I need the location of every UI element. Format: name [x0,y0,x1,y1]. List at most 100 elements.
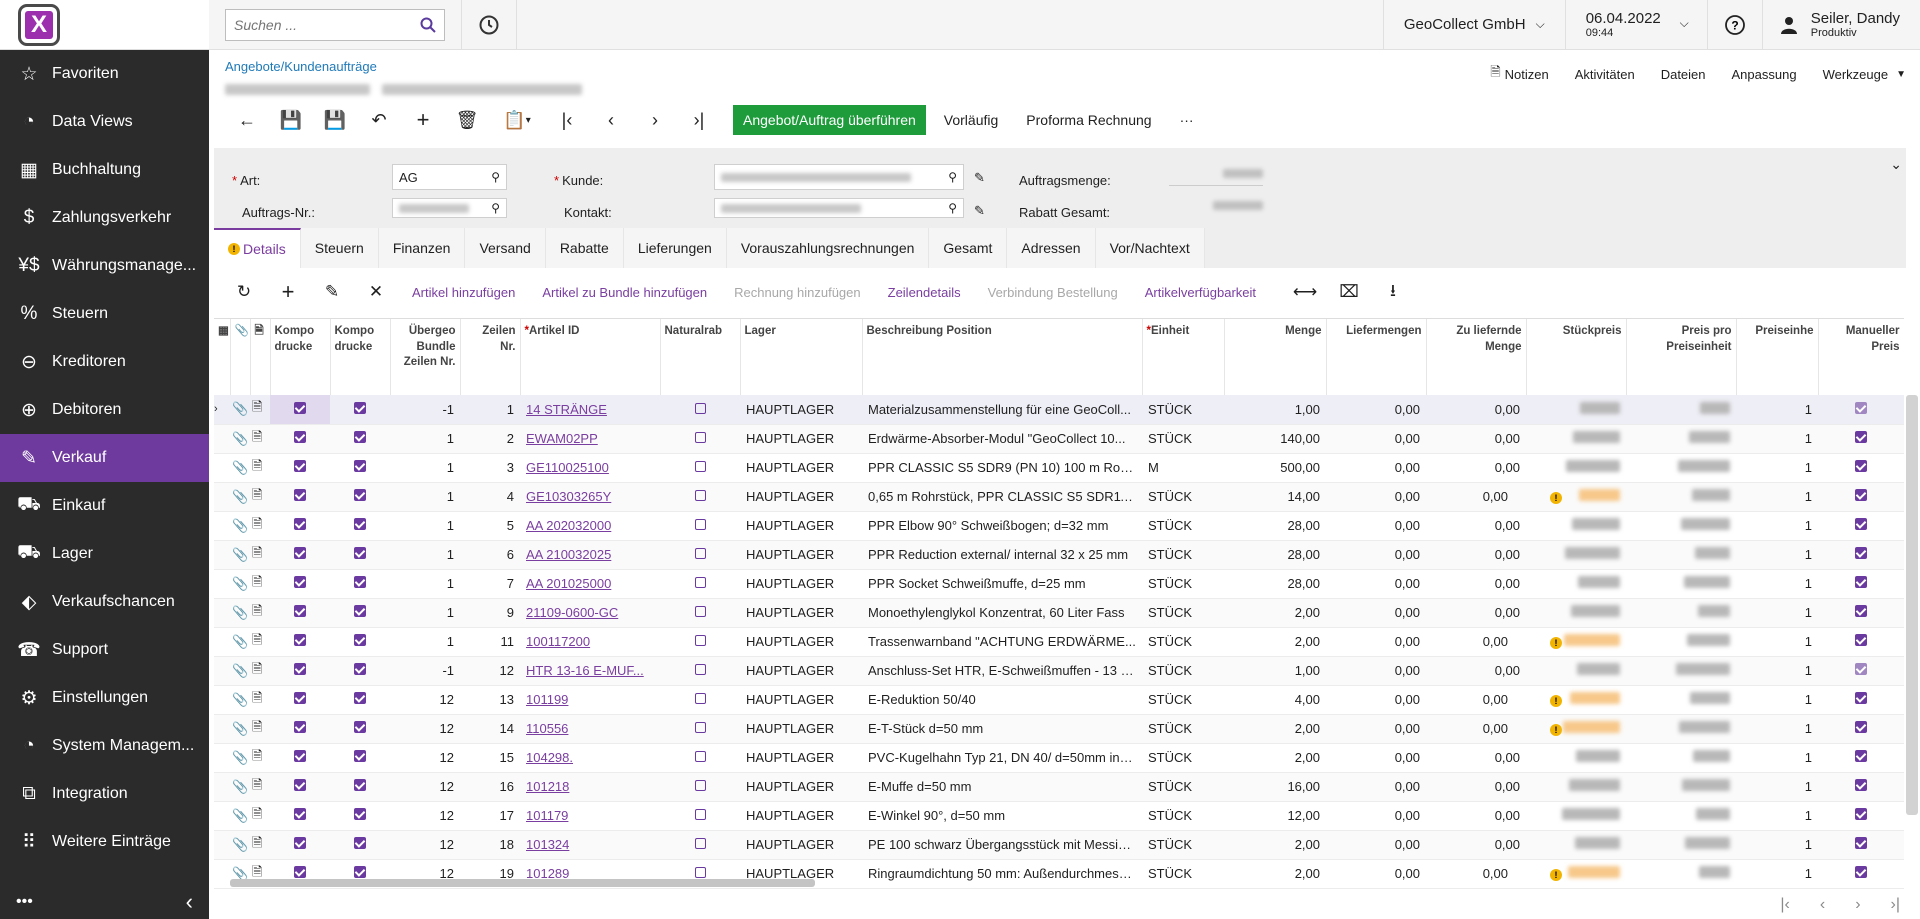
previous-page-icon[interactable]: ‹ [1820,896,1825,914]
row-selector[interactable] [214,772,230,802]
komp2-checkbox[interactable] [330,772,390,802]
first-page-icon[interactable]: |‹ [1780,896,1789,914]
table-row[interactable]: 📎 🗎 1 3 GE110025100 HAUPTLAGER PPR CLASSIC S5 … [214,453,1904,483]
more-actions-button[interactable]: ··· [1166,105,1208,135]
fit-columns-icon[interactable]: ⟷ [1283,282,1327,302]
article-id-link[interactable]: 104298. [520,743,660,773]
tab-5[interactable]: Lieferungen [623,228,727,268]
col-menge[interactable]: Menge [1224,319,1327,395]
excel-export-icon[interactable]: ⌧ [1327,282,1371,302]
col-komp2[interactable]: Kompo drucke [330,319,391,395]
komp2-checkbox[interactable] [330,424,390,454]
app-logo[interactable]: X [18,3,60,46]
komp1-checkbox[interactable] [270,540,330,570]
note-icon[interactable]: 🗎 [250,482,270,512]
komp1-checkbox[interactable] [270,743,330,773]
sidebar-item-15[interactable]: ⧉ Integration [0,770,209,818]
article-id-link[interactable]: 101218 [520,772,660,802]
table-row[interactable]: 📎 🗎 -1 12 HTR 13-16 E-MUF... HAUPTLAGER Anschl… [214,656,1904,686]
komp1-checkbox[interactable] [270,801,330,831]
add-icon[interactable]: + [401,105,445,135]
col-zeilen[interactable]: Zeilen Nr. [460,319,521,395]
upload-icon[interactable]: ⭳ [1371,278,1415,307]
note-icon[interactable]: 🗎 [250,656,270,686]
table-row[interactable]: 📎 🗎 12 13 101199 HAUPTLAGER E-Reduktion 50/40 S… [214,685,1904,715]
komp2-checkbox[interactable] [330,598,390,628]
warning-icon[interactable]: ! [1550,695,1562,707]
natural-rabatt-checkbox[interactable] [660,714,740,744]
company-selector[interactable]: GeoCollect GmbH ⌵ [1382,0,1565,50]
attachment-icon[interactable]: 📎 [230,685,250,715]
row-selector[interactable] [214,540,230,570]
attachment-icon[interactable]: 📎 [230,830,250,860]
komp2-checkbox[interactable] [330,627,390,657]
sidebar-item-13[interactable]: ⚙ Einstellungen [0,674,209,722]
natural-rabatt-checkbox[interactable] [660,511,740,541]
manual-price-checkbox[interactable] [1818,569,1904,599]
header-link-3[interactable]: Anpassung [1732,63,1797,85]
edit-contact-icon[interactable]: ✎ [974,203,985,219]
row-selector[interactable] [214,685,230,715]
grid-action-5[interactable]: Artikelverfügbarkeit [1145,285,1256,300]
save-close-icon[interactable]: 💾 [269,105,313,135]
sidebar-item-2[interactable]: ▦ Buchhaltung [0,146,209,194]
row-selector[interactable] [214,627,230,657]
sidebar-item-10[interactable]: ⛟ Lager [0,530,209,578]
article-id-link[interactable]: 101179 [520,801,660,831]
sidebar-item-11[interactable]: ⬖ Verkaufschancen [0,578,209,626]
table-row[interactable]: 📎 🗎 1 11 100117200 HAUPTLAGER Trassenwarnband … [214,627,1904,657]
next-page-icon[interactable]: › [1855,896,1860,914]
warning-icon[interactable]: ! [1550,724,1562,736]
art-field[interactable]: AG ⚲ [392,164,507,190]
manual-price-checkbox[interactable] [1818,540,1904,570]
note-icon[interactable]: 🗎 [250,453,270,483]
attachment-icon[interactable]: 📎 [230,511,250,541]
header-link-1[interactable]: Aktivitäten [1575,63,1635,85]
previous-record-icon[interactable]: ‹ [589,105,633,135]
manual-price-checkbox[interactable] [1818,395,1904,425]
komp2-checkbox[interactable] [330,801,390,831]
last-record-icon[interactable]: ›| [677,105,721,135]
article-id-link[interactable]: 100117200 [520,627,660,657]
attachment-icon[interactable]: 📎 [230,453,250,483]
row-selector[interactable] [214,801,230,831]
col-natural[interactable]: Naturalrab [660,319,741,395]
note-icon[interactable]: 🗎 [250,569,270,599]
komp1-checkbox[interactable] [270,453,330,483]
warning-icon[interactable]: ! [1550,637,1562,649]
attachment-icon[interactable]: 📎 [230,424,250,454]
article-id-link[interactable]: 110556 [520,714,660,744]
row-selector[interactable] [214,424,230,454]
tab-0[interactable]: ! Details [214,228,301,268]
attachment-icon[interactable]: 📎 [230,395,250,425]
article-id-link[interactable]: AA 202032000 [520,511,660,541]
horizontal-scroll-thumb[interactable] [230,879,815,887]
tab-8[interactable]: Adressen [1007,228,1096,268]
natural-rabatt-checkbox[interactable] [660,627,740,657]
copy-paste-icon[interactable]: 📋 ▾ [489,105,545,135]
kunde-field[interactable]: ⚲ [714,164,964,190]
natural-rabatt-checkbox[interactable] [660,569,740,599]
natural-rabatt-checkbox[interactable] [660,482,740,512]
attachment-icon[interactable]: 📎 [230,598,250,628]
delete-icon[interactable]: 🗑 [445,105,489,135]
search-icon[interactable]: ⚲ [491,201,500,215]
back-icon[interactable]: ← [225,105,269,135]
row-selector[interactable] [214,598,230,628]
breadcrumb[interactable]: Angebote/Kundenaufträge [225,59,377,74]
note-icon[interactable]: 🗎 [250,830,270,860]
next-record-icon[interactable]: › [633,105,677,135]
sidebar-item-7[interactable]: ⊕ Debitoren [0,386,209,434]
row-selector[interactable]: › [214,395,230,425]
article-id-link[interactable]: 101199 [520,685,660,715]
grid-action-1[interactable]: Artikel zu Bundle hinzufügen [542,285,707,300]
note-icon[interactable]: 🗎 [250,424,270,454]
sidebar-item-5[interactable]: % Steuern [0,290,209,338]
manual-price-checkbox[interactable] [1818,656,1904,686]
note-icon[interactable]: 🗎 [250,627,270,657]
note-icon[interactable]: 🗎 [250,714,270,744]
sidebar-item-1[interactable]: ◔ Data Views [0,98,209,146]
grid-action-4[interactable]: Verbindung Bestellung [988,285,1118,300]
article-id-link[interactable]: GE10303265Y [520,482,660,512]
tab-1[interactable]: Steuern [300,228,379,268]
